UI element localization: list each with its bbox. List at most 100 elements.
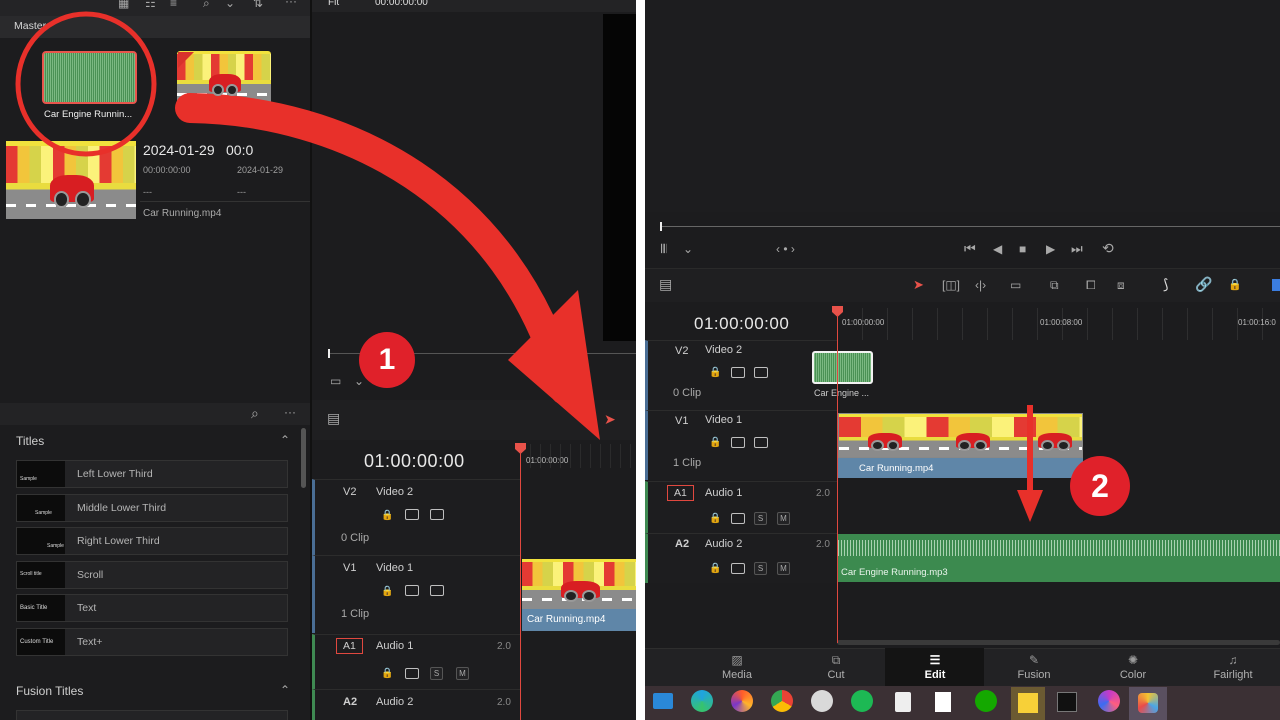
track-name-a1[interactable]: Audio 1 bbox=[705, 487, 742, 499]
auto-select-icon[interactable] bbox=[731, 563, 745, 574]
dynamic-trim-icon[interactable]: ‹|› bbox=[975, 278, 986, 292]
track-name-a2[interactable]: Audio 2 bbox=[376, 696, 413, 708]
stop-icon[interactable]: ■ bbox=[1019, 242, 1026, 256]
list-clip-thumbnail[interactable] bbox=[6, 141, 136, 219]
track-name-v1[interactable]: Video 1 bbox=[376, 562, 413, 574]
grid-view-icon[interactable]: ▦ bbox=[118, 0, 129, 10]
edge-icon[interactable] bbox=[691, 690, 713, 712]
replace-icon[interactable]: ⧈ bbox=[1117, 278, 1125, 292]
track-name-a2[interactable]: Audio 2 bbox=[705, 538, 742, 550]
selection-arrow-icon[interactable]: ➤ bbox=[604, 412, 616, 426]
play-reverse-icon[interactable]: ◀ bbox=[993, 242, 1002, 256]
title-item[interactable]: Sample Right Lower Third bbox=[16, 527, 288, 555]
calculator-icon[interactable] bbox=[895, 692, 911, 712]
lock-icon[interactable]: 🔒 bbox=[709, 512, 721, 526]
terminal-icon[interactable] bbox=[1057, 692, 1077, 712]
lock-icon[interactable]: 🔒 bbox=[381, 667, 393, 681]
mute-button[interactable]: M bbox=[456, 667, 469, 680]
timeline-view-icon[interactable]: ▤ bbox=[659, 277, 672, 291]
mute-button[interactable]: M bbox=[777, 512, 790, 525]
film-icon[interactable] bbox=[754, 367, 768, 378]
link-icon[interactable]: 🔗 bbox=[1195, 277, 1212, 291]
title-item[interactable]: Sample Middle Lower Third bbox=[16, 494, 288, 522]
list-view-icon[interactable]: ☷ bbox=[145, 0, 156, 10]
viewer-clip-icon[interactable]: ▭ bbox=[330, 374, 341, 388]
viewer-scrub-handle[interactable] bbox=[328, 349, 330, 358]
fusion-titles-header[interactable]: Fusion Titles bbox=[16, 684, 83, 698]
timeline-scrollbar[interactable] bbox=[837, 640, 1280, 645]
snapping-icon[interactable]: ⟆ bbox=[1163, 277, 1168, 291]
search-icon[interactable]: ⌕ bbox=[203, 0, 210, 10]
tab-color[interactable]: ✺ Color bbox=[1084, 651, 1182, 681]
upwork-icon[interactable] bbox=[975, 690, 997, 712]
clip-name-audio[interactable]: Car Engine Runnin... bbox=[44, 109, 132, 120]
lock-icon[interactable]: 🔒 bbox=[709, 562, 721, 576]
effects-scrollbar[interactable] bbox=[301, 428, 306, 488]
viewer-scrubber[interactable] bbox=[661, 226, 1280, 227]
mail-icon[interactable] bbox=[653, 693, 673, 709]
tab-cut[interactable]: ⧉ Cut bbox=[787, 651, 885, 681]
firefox-icon[interactable] bbox=[731, 690, 753, 712]
solo-button[interactable]: S bbox=[754, 512, 767, 525]
chevron-up-icon[interactable]: ⌃ bbox=[280, 683, 290, 697]
timeline-clip-thumbnail[interactable] bbox=[177, 51, 271, 104]
title-item[interactable]: Sample Left Lower Third bbox=[16, 460, 288, 488]
audio-clip-thumbnail[interactable] bbox=[42, 51, 137, 104]
timeline-ruler[interactable] bbox=[520, 444, 636, 468]
film-icon[interactable] bbox=[430, 509, 444, 520]
trim-icon[interactable]: [◫] bbox=[942, 278, 960, 292]
chevron-up-icon[interactable]: ⌃ bbox=[280, 433, 290, 447]
blade-icon[interactable]: ▭ bbox=[1010, 278, 1021, 292]
spotify-icon[interactable] bbox=[851, 690, 873, 712]
chevron-down-icon[interactable]: ⌄ bbox=[354, 374, 364, 388]
auto-select-icon[interactable] bbox=[405, 585, 419, 596]
track-name-v2[interactable]: Video 2 bbox=[705, 344, 742, 356]
title-item[interactable]: Custom Title Text+ bbox=[16, 628, 288, 656]
film-icon[interactable] bbox=[430, 585, 444, 596]
audio-waveform-icon[interactable]: 𝄃𝄃 bbox=[661, 242, 666, 256]
viewer-fit[interactable]: Fit bbox=[328, 0, 339, 8]
solo-button[interactable]: S bbox=[430, 667, 443, 680]
lock-icon[interactable]: 🔒 bbox=[709, 366, 721, 380]
lock-icon[interactable]: 🔒 bbox=[1228, 278, 1242, 292]
mute-button[interactable]: M bbox=[777, 562, 790, 575]
playhead[interactable] bbox=[837, 315, 838, 643]
chevron-down-icon[interactable]: ⌄ bbox=[225, 0, 235, 10]
titles-header[interactable]: Titles bbox=[16, 434, 44, 448]
search-icon[interactable]: ⌕ bbox=[251, 406, 259, 420]
auto-select-icon[interactable] bbox=[405, 668, 419, 679]
sort-order-icon[interactable]: ⇅ bbox=[253, 0, 263, 10]
skip-start-icon[interactable]: ⏮ bbox=[964, 242, 976, 256]
auto-select-icon[interactable] bbox=[731, 513, 745, 524]
auto-select-icon[interactable] bbox=[731, 367, 745, 378]
timeline-tracks-area[interactable] bbox=[837, 340, 1280, 640]
title-item-partial[interactable] bbox=[16, 710, 288, 720]
notepad-icon[interactable] bbox=[935, 692, 951, 712]
tab-fairlight[interactable]: ♫ Fairlight bbox=[1184, 651, 1280, 681]
tab-fusion[interactable]: ✎ Fusion bbox=[985, 651, 1083, 681]
solo-button[interactable]: S bbox=[754, 562, 767, 575]
bin-header[interactable]: Master bbox=[14, 20, 46, 32]
viewer-scrub-handle[interactable] bbox=[660, 222, 662, 231]
title-item[interactable]: Basic Title Text bbox=[16, 594, 288, 622]
insert-icon[interactable]: ⧉ bbox=[1050, 278, 1059, 292]
overwrite-icon[interactable]: ⧠ bbox=[1086, 278, 1096, 292]
selection-arrow-icon[interactable]: ➤ bbox=[913, 278, 924, 292]
play-icon[interactable]: ▶ bbox=[1046, 242, 1055, 256]
lock-icon[interactable]: 🔒 bbox=[381, 509, 393, 523]
tab-media[interactable]: ▨ Media bbox=[688, 651, 786, 681]
playhead[interactable] bbox=[520, 452, 521, 720]
timeline-view-icon[interactable]: ▤ bbox=[327, 411, 340, 425]
video-clip[interactable] bbox=[838, 413, 1083, 458]
film-icon[interactable] bbox=[754, 437, 768, 448]
chevron-down-icon[interactable]: ⌄ bbox=[683, 242, 693, 256]
title-item[interactable]: Scroll title Scroll bbox=[16, 561, 288, 589]
more-icon[interactable]: ··· bbox=[284, 405, 296, 419]
tab-edit[interactable]: ☰ Edit bbox=[886, 651, 984, 681]
auto-select-icon[interactable] bbox=[731, 437, 745, 448]
skip-end-icon[interactable]: ⏭ bbox=[1071, 242, 1083, 256]
loop-icon[interactable]: ⟲ bbox=[1102, 241, 1114, 255]
video-clip[interactable] bbox=[522, 559, 636, 609]
flag-icon[interactable] bbox=[1272, 279, 1280, 291]
track-name-a1[interactable]: Audio 1 bbox=[376, 640, 413, 652]
